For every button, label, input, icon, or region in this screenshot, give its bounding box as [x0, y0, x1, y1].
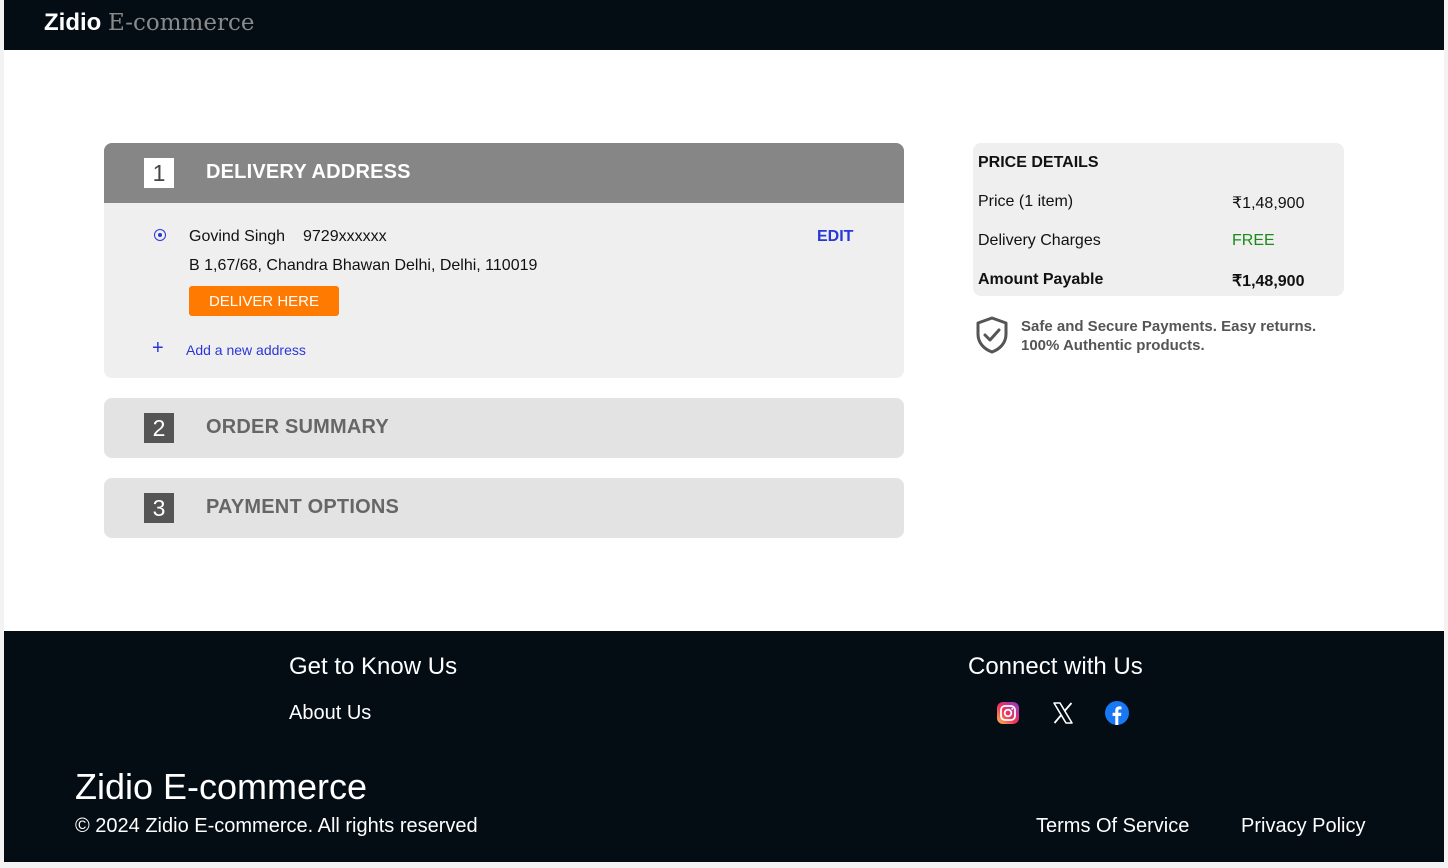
amount-payable-value: ₹1,48,900 — [1232, 273, 1305, 290]
step-number: 2 — [144, 413, 174, 443]
instagram-icon[interactable] — [996, 701, 1020, 725]
step-number: 3 — [144, 493, 174, 523]
step-title: ORDER SUMMARY — [206, 416, 389, 438]
amount-payable-label: Amount Payable — [978, 271, 1104, 288]
delivery-address-section: 1 DELIVERY ADDRESS Govind Singh 9729xxxx… — [104, 143, 904, 378]
delivery-charges-label: Delivery Charges — [978, 232, 1101, 249]
payment-options-header[interactable]: 3 PAYMENT OPTIONS — [104, 478, 904, 538]
deliver-here-button[interactable]: DELIVER HERE — [189, 286, 339, 316]
facebook-icon[interactable] — [1105, 701, 1129, 725]
brand-logo[interactable]: Zidio E-commerce — [44, 9, 254, 37]
privacy-policy-link[interactable]: Privacy Policy — [1241, 815, 1365, 838]
step-number: 1 — [144, 158, 174, 188]
secure-payments-text: Safe and Secure Payments. Easy returns. … — [1021, 317, 1316, 355]
secure-line-1: Safe and Secure Payments. Easy returns. — [1021, 318, 1317, 335]
x-icon[interactable] — [1051, 701, 1075, 725]
copyright-text: © 2024 Zidio E-commerce. All rights rese… — [75, 815, 478, 837]
address-phone: 9729xxxxxx — [303, 228, 387, 245]
shield-check-icon — [976, 316, 1008, 354]
footer-connect-heading: Connect with Us — [968, 653, 1143, 680]
top-navbar: Zidio E-commerce — [4, 0, 1444, 50]
edit-address-button[interactable]: EDIT — [817, 228, 853, 246]
about-us-link[interactable]: About Us — [289, 702, 371, 725]
brand-sub: E-commerce — [108, 10, 255, 36]
secure-line-2: 100% Authentic products. — [1021, 337, 1205, 354]
add-new-address-link[interactable]: Add a new address — [186, 342, 306, 358]
plus-icon[interactable]: + — [152, 337, 164, 360]
footer: Get to Know Us About Us Connect with Us — [4, 631, 1444, 862]
order-summary-header[interactable]: 2 ORDER SUMMARY — [104, 398, 904, 458]
address-radio[interactable] — [154, 229, 166, 241]
order-summary-section[interactable]: 2 ORDER SUMMARY — [104, 398, 904, 458]
step-title: PAYMENT OPTIONS — [206, 496, 400, 518]
step-title: DELIVERY ADDRESS — [206, 161, 411, 183]
price-value: ₹1,48,900 — [1232, 195, 1305, 212]
price-details-card: PRICE DETAILS Price (1 item) ₹1,48,900 D… — [973, 143, 1344, 296]
address-name: Govind Singh — [189, 228, 286, 245]
payment-options-section[interactable]: 3 PAYMENT OPTIONS — [104, 478, 904, 538]
delivery-charges-value: FREE — [1232, 232, 1275, 249]
price-label: Price (1 item) — [978, 193, 1074, 210]
delivery-address-header[interactable]: 1 DELIVERY ADDRESS — [104, 143, 904, 203]
address-line: B 1,67/68, Chandra Bhawan Delhi, Delhi, … — [189, 257, 538, 274]
page: Zidio E-commerce 1 DELIVERY ADDRESS Govi… — [4, 0, 1444, 862]
price-details-heading: PRICE DETAILS — [978, 154, 1099, 171]
footer-know-heading: Get to Know Us — [289, 653, 458, 680]
brand-main: Zidio — [44, 9, 102, 36]
footer-brand: Zidio E-commerce — [75, 766, 368, 807]
terms-of-service-link[interactable]: Terms Of Service — [1036, 815, 1189, 838]
